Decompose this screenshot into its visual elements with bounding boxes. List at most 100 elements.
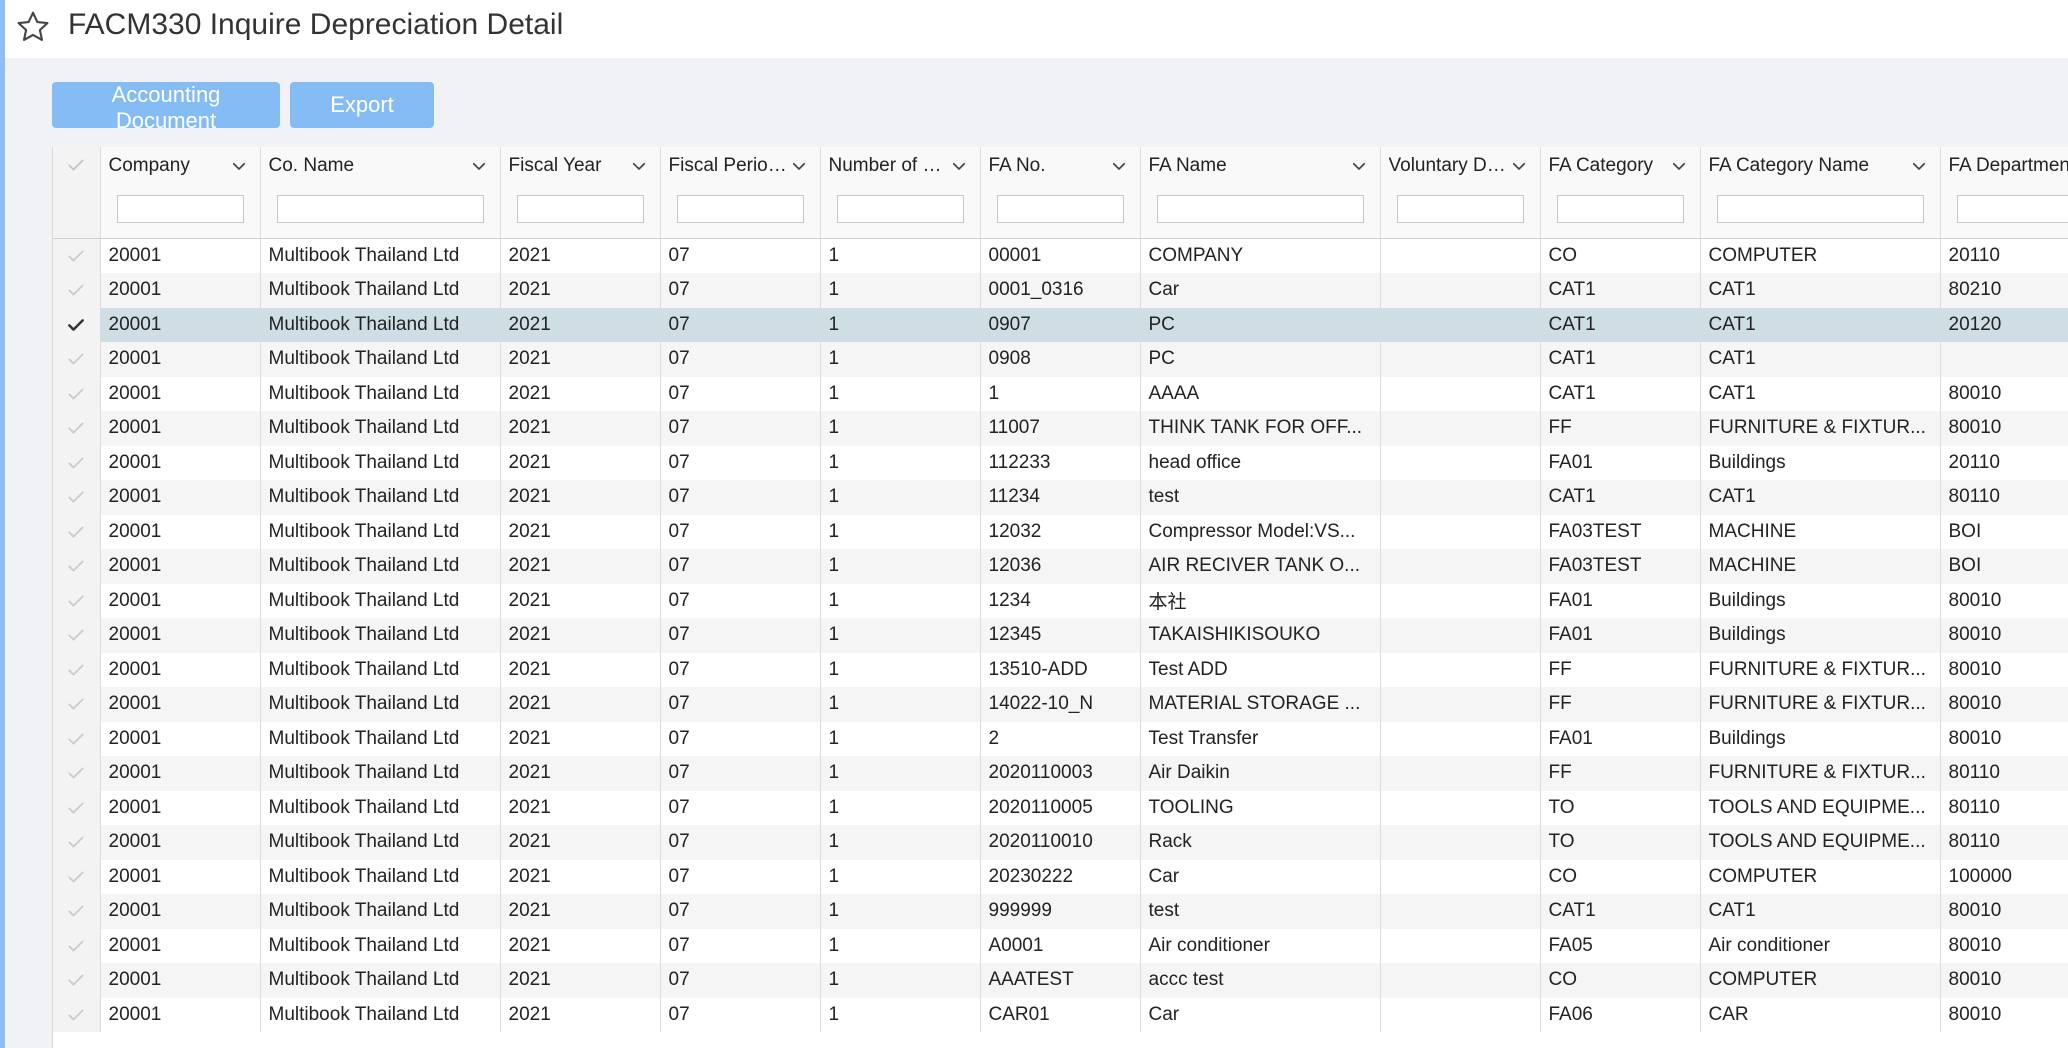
cell-fiscal-year: 2021 (500, 687, 661, 722)
column-header-fa-department[interactable]: FA Department (1940, 147, 2068, 239)
row-checkbox[interactable] (53, 307, 101, 342)
table-row[interactable]: 20001 Multibook Thailand Ltd 2021 07 1 202011… (53, 756, 2068, 791)
table-row[interactable]: 20001 Multibook Thailand Ltd 2021 07 1 1234 本社… (53, 583, 2068, 618)
filter-input-fa-name[interactable] (1156, 195, 1364, 223)
filter-input-company[interactable] (116, 195, 244, 223)
cell-voluntary-dep (1380, 859, 1541, 894)
row-checkbox[interactable] (53, 376, 101, 411)
row-checkbox[interactable] (53, 756, 101, 791)
cell-fa-category: FA01 (1540, 721, 1701, 756)
row-checkbox[interactable] (53, 825, 101, 860)
cell-fa-department: 80010 (1940, 411, 2068, 446)
row-checkbox[interactable] (53, 549, 101, 584)
cell-fa-category: FA05 (1540, 928, 1701, 963)
row-checkbox[interactable] (53, 997, 101, 1032)
chevron-down-icon[interactable] (1350, 157, 1368, 175)
data-table: Company Co. Name Fiscal Year Fiscal Period … (53, 147, 2068, 1032)
chevron-down-icon[interactable] (1670, 157, 1688, 175)
row-checkbox[interactable] (53, 687, 101, 722)
row-checkbox[interactable] (53, 238, 101, 273)
row-checkbox[interactable] (53, 618, 101, 653)
row-checkbox[interactable] (53, 342, 101, 377)
column-header-company[interactable]: Company (100, 147, 261, 239)
chevron-down-icon[interactable] (630, 157, 648, 175)
column-header-fiscal-period[interactable]: Fiscal Period ... (660, 147, 821, 239)
chevron-down-icon[interactable] (1110, 157, 1128, 175)
filter-input-fa-department[interactable] (1956, 195, 2068, 223)
row-checkbox[interactable] (53, 652, 101, 687)
table-row[interactable]: 20001 Multibook Thailand Ltd 2021 07 1 A0001 A… (53, 928, 2068, 963)
table-row[interactable]: 20001 Multibook Thailand Ltd 2021 07 1 1 AAAA C… (53, 376, 2068, 411)
table-row[interactable]: 20001 Multibook Thailand Ltd 2021 07 1 11234 t… (53, 480, 2068, 515)
filter-input-fiscal-period[interactable] (676, 195, 804, 223)
column-header-fa-name[interactable]: FA Name (1140, 147, 1381, 239)
cell-voluntary-dep (1380, 514, 1541, 549)
table-row[interactable]: 20001 Multibook Thailand Ltd 2021 07 1 0907 PC… (53, 307, 2068, 342)
cell-voluntary-dep (1380, 756, 1541, 791)
column-header-voluntary-dep[interactable]: Voluntary Dep... (1380, 147, 1541, 239)
filter-input-co-name[interactable] (276, 195, 484, 223)
row-checkbox[interactable] (53, 721, 101, 756)
table-row[interactable]: 20001 Multibook Thailand Ltd 2021 07 1 2 Test … (53, 721, 2068, 756)
table-row[interactable]: 20001 Multibook Thailand Ltd 2021 07 1 AAATES… (53, 963, 2068, 998)
row-checkbox[interactable] (53, 928, 101, 963)
chevron-down-icon[interactable] (1910, 157, 1928, 175)
table-row[interactable]: 20001 Multibook Thailand Ltd 2021 07 1 11007 T… (53, 411, 2068, 446)
table-row[interactable]: 20001 Multibook Thailand Ltd 2021 07 1 12032 C… (53, 514, 2068, 549)
table-row[interactable]: 20001 Multibook Thailand Ltd 2021 07 1 CAR01 C… (53, 997, 2068, 1032)
table-row[interactable]: 20001 Multibook Thailand Ltd 2021 07 1 0908 PC… (53, 342, 2068, 377)
row-checkbox[interactable] (53, 894, 101, 929)
cell-fiscal-year: 2021 (500, 307, 661, 342)
column-header-co-name[interactable]: Co. Name (260, 147, 501, 239)
favorite-star-icon[interactable] (15, 9, 51, 45)
table-row[interactable]: 20001 Multibook Thailand Ltd 2021 07 1 999999… (53, 894, 2068, 929)
cell-company: 20001 (100, 238, 261, 273)
cell-fa-name: Car (1140, 273, 1381, 308)
filter-input-voluntary-dep[interactable] (1396, 195, 1524, 223)
filter-input-fa-category[interactable] (1556, 195, 1684, 223)
chevron-down-icon[interactable] (230, 157, 248, 175)
filter-input-number-of-executions[interactable] (836, 195, 964, 223)
row-checkbox[interactable] (53, 480, 101, 515)
column-header-fiscal-year[interactable]: Fiscal Year (500, 147, 661, 239)
chevron-down-icon[interactable] (790, 157, 808, 175)
cell-fa-category-name: Buildings (1700, 618, 1941, 653)
column-header-number-of-executions[interactable]: Number of Ex... (820, 147, 981, 239)
chevron-down-icon[interactable] (1510, 157, 1528, 175)
table-row[interactable]: 20001 Multibook Thailand Ltd 2021 07 1 202011… (53, 790, 2068, 825)
filter-input-fa-category-name[interactable] (1716, 195, 1924, 223)
chevron-down-icon[interactable] (470, 157, 488, 175)
column-header-fa-category[interactable]: FA Category (1540, 147, 1701, 239)
table-row[interactable]: 20001 Multibook Thailand Ltd 2021 07 1 13510-… (53, 652, 2068, 687)
row-checkbox[interactable] (53, 411, 101, 446)
cell-voluntary-dep (1380, 652, 1541, 687)
column-header-fa-category-name[interactable]: FA Category Name (1700, 147, 1941, 239)
select-all-checkbox[interactable] (53, 147, 101, 239)
row-checkbox[interactable] (53, 859, 101, 894)
cell-fa-name: Rack (1140, 825, 1381, 860)
table-row[interactable]: 20001 Multibook Thailand Ltd 2021 07 1 12036 A… (53, 549, 2068, 584)
table-row[interactable]: 20001 Multibook Thailand Ltd 2021 07 1 112233… (53, 445, 2068, 480)
table-row[interactable]: 20001 Multibook Thailand Ltd 2021 07 1 12345 T… (53, 618, 2068, 653)
row-checkbox[interactable] (53, 445, 101, 480)
table-row[interactable]: 20001 Multibook Thailand Ltd 2021 07 1 14022-… (53, 687, 2068, 722)
cell-number-of-executions: 1 (820, 859, 981, 894)
row-checkbox[interactable] (53, 273, 101, 308)
accounting-document-button[interactable]: Accounting Document (52, 82, 280, 133)
cell-co-name: Multibook Thailand Ltd (260, 652, 501, 687)
filter-input-fa-no[interactable] (996, 195, 1124, 223)
row-checkbox[interactable] (53, 514, 101, 549)
table-row[interactable]: 20001 Multibook Thailand Ltd 2021 07 1 202302… (53, 859, 2068, 894)
row-checkbox[interactable] (53, 583, 101, 618)
chevron-down-icon[interactable] (950, 157, 968, 175)
row-checkbox[interactable] (53, 790, 101, 825)
table-row[interactable]: 20001 Multibook Thailand Ltd 2021 07 1 0001_0… (53, 273, 2068, 308)
cell-fa-department: 80010 (1940, 652, 2068, 687)
row-checkbox[interactable] (53, 963, 101, 998)
table-row[interactable]: 20001 Multibook Thailand Ltd 2021 07 1 00001 C… (53, 238, 2068, 273)
table-row[interactable]: 20001 Multibook Thailand Ltd 2021 07 1 202011… (53, 825, 2068, 860)
export-button[interactable]: Export (290, 82, 434, 128)
filter-input-fiscal-year[interactable] (516, 195, 644, 223)
cell-co-name: Multibook Thailand Ltd (260, 273, 501, 308)
column-header-fa-no[interactable]: FA No. (980, 147, 1141, 239)
